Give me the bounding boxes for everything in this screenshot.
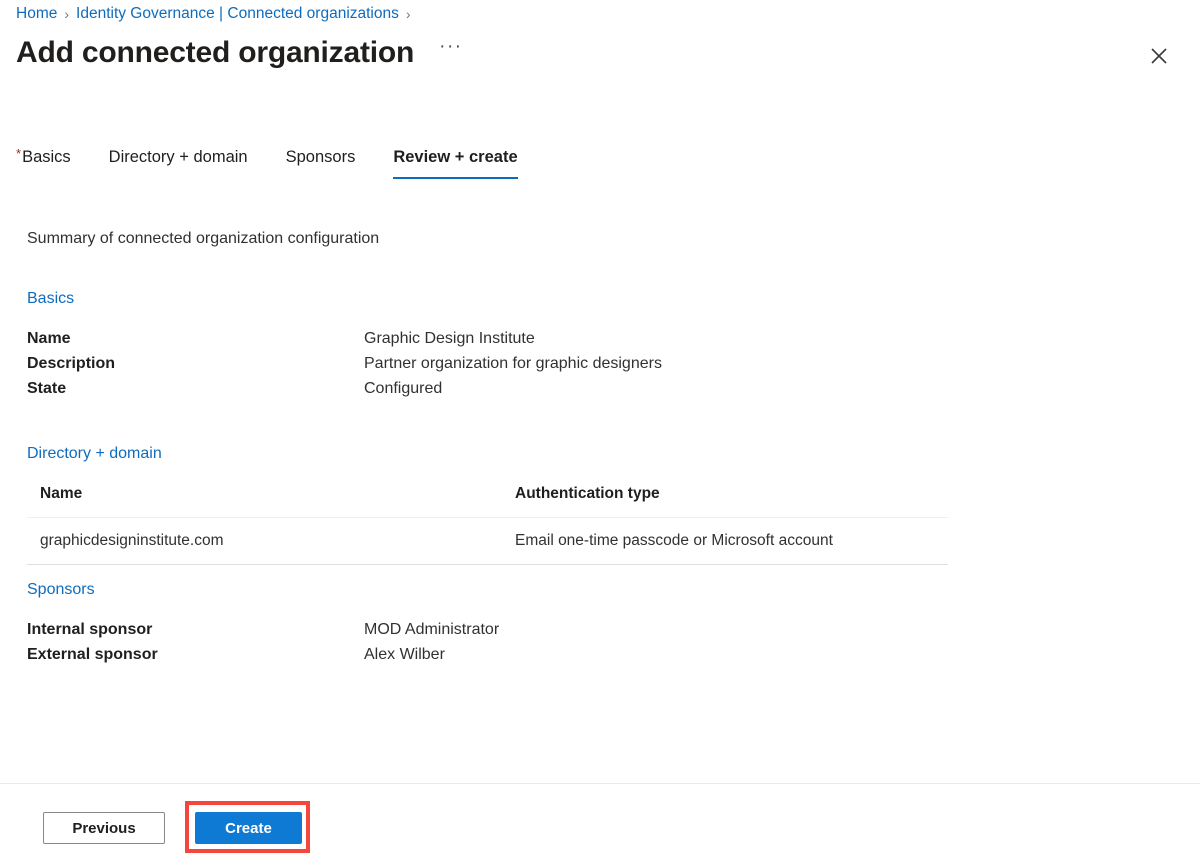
detail-value: Configured [364, 380, 443, 397]
tab-sponsors-label: Sponsors [285, 148, 356, 166]
table-row: External sponsor Alex Wilber [27, 642, 499, 667]
table-row: Internal sponsor MOD Administrator [27, 617, 499, 642]
section-sponsors: Sponsors Internal sponsor MOD Administra… [27, 579, 1200, 667]
table-row: State Configured [27, 376, 662, 401]
section-link-basics[interactable]: Basics [27, 288, 74, 310]
tab-directory-domain-label: Directory + domain [108, 148, 248, 166]
tab-sponsors[interactable]: Sponsors [286, 145, 356, 179]
review-create-content: Summary of connected organization config… [27, 228, 1200, 771]
detail-key: Internal sponsor [27, 621, 153, 638]
tab-basics-label: Basics [22, 148, 71, 166]
section-link-sponsors[interactable]: Sponsors [27, 579, 95, 601]
cell-authentication-type: Email one-time passcode or Microsoft acc… [502, 517, 948, 565]
tab-review-create-label: Review + create [393, 148, 518, 166]
required-asterisk-icon: * [16, 146, 22, 161]
table-row: Description Partner organization for gra… [27, 351, 662, 376]
page-header: Add connected organization ··· [16, 33, 463, 73]
directory-domain-grid: Name Authentication type graphicdesignin… [27, 481, 948, 565]
column-header-name: Name [27, 481, 502, 518]
basics-detail-table: Name Graphic Design Institute Descriptio… [27, 326, 662, 401]
table-header-row: Name Authentication type [27, 481, 948, 518]
tab-review-create[interactable]: Review + create [393, 145, 518, 179]
detail-value: Partner organization for graphic designe… [364, 355, 662, 372]
breadcrumb-item-home[interactable]: Home [16, 5, 57, 23]
table-row: Name Graphic Design Institute [27, 326, 662, 351]
tab-directory-domain[interactable]: Directory + domain [109, 145, 248, 179]
close-button[interactable] [1143, 40, 1175, 72]
detail-value: MOD Administrator [364, 621, 500, 638]
previous-button[interactable]: Previous [43, 812, 165, 844]
page-title: Add connected organization [16, 36, 415, 69]
column-header-authentication-type: Authentication type [502, 481, 948, 518]
wizard-tabs: *Basics Directory + domain Sponsors Revi… [16, 145, 518, 185]
table-row: graphicdesigninstitute.com Email one-tim… [27, 517, 948, 565]
detail-value: Graphic Design Institute [364, 330, 535, 347]
summary-text: Summary of connected organization config… [27, 230, 380, 247]
detail-key: Name [27, 330, 71, 347]
detail-value: Alex Wilber [364, 646, 445, 663]
breadcrumb: Home › Identity Governance | Connected o… [16, 0, 418, 28]
close-icon [1151, 48, 1167, 64]
section-directory-domain: Directory + domain Name Authentication t… [27, 443, 1200, 565]
section-link-directory-domain[interactable]: Directory + domain [27, 443, 162, 465]
create-button[interactable]: Create [195, 812, 302, 844]
detail-key: State [27, 380, 67, 397]
tab-basics[interactable]: *Basics [16, 145, 71, 179]
detail-key: External sponsor [27, 646, 158, 663]
breadcrumb-separator-icon: › [64, 6, 70, 22]
cell-domain-name: graphicdesigninstitute.com [27, 517, 502, 565]
wizard-footer: Previous Create [0, 783, 1200, 855]
more-options-icon[interactable]: ··· [439, 37, 462, 67]
breadcrumb-separator-icon: › [405, 6, 411, 22]
detail-key: Description [27, 355, 116, 372]
section-basics: Basics Name Graphic Design Institute Des… [27, 288, 1200, 401]
sponsors-detail-table: Internal sponsor MOD Administrator Exter… [27, 617, 499, 667]
breadcrumb-item-identity-governance[interactable]: Identity Governance | Connected organiza… [76, 5, 399, 23]
